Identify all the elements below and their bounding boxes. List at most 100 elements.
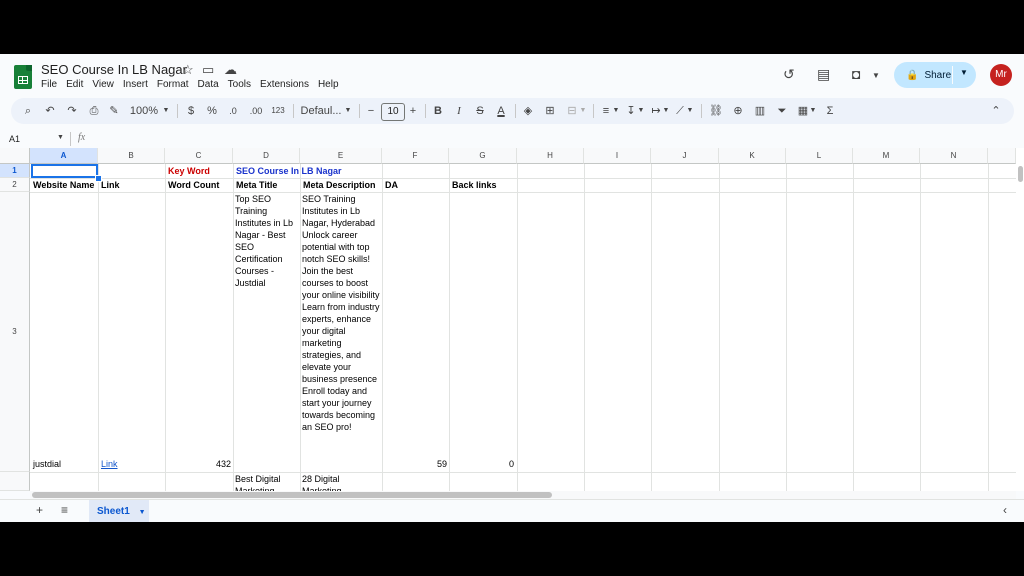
search-menus-icon[interactable]: ⌕ [21, 98, 35, 124]
horizontal-align-icon[interactable]: ≡ [599, 98, 613, 124]
menu-format[interactable]: Format [157, 79, 195, 90]
undo-icon[interactable]: ↶ [43, 98, 57, 124]
column-header-n[interactable]: N [920, 148, 988, 164]
percent-format-button[interactable]: % [205, 98, 219, 124]
italic-icon[interactable]: I [452, 98, 466, 124]
add-sheet-icon[interactable]: + [36, 503, 43, 517]
text-rotation-icon[interactable]: ⟋ [673, 98, 687, 124]
column-header-l[interactable]: L [786, 148, 853, 164]
merge-dropdown-icon[interactable]: ▼ [579, 98, 587, 124]
menu-extensions[interactable]: Extensions [260, 79, 315, 90]
document-title[interactable]: SEO Course In LB Nagar [41, 62, 187, 77]
rotation-dropdown-icon[interactable]: ▼ [686, 98, 694, 124]
cell-d3[interactable]: Top SEO Training Institutes in Lb Nagar … [235, 193, 297, 289]
row-header-1[interactable]: 1 [0, 164, 30, 178]
menu-help[interactable]: Help [318, 79, 345, 90]
column-header-g[interactable]: G [449, 148, 517, 164]
menu-file[interactable]: File [41, 79, 63, 90]
select-all-corner[interactable] [0, 148, 30, 164]
font-dropdown-icon[interactable]: ▼ [343, 98, 353, 124]
number-format-button[interactable]: 123 [269, 98, 287, 124]
redo-icon[interactable]: ↷ [65, 98, 79, 124]
increase-font-size-icon[interactable]: + [407, 98, 419, 124]
vertical-scroll-thumb[interactable] [1018, 166, 1023, 182]
sheet-tab-dropdown-icon[interactable]: ▼ [139, 509, 146, 516]
name-box[interactable]: A1 [9, 134, 20, 144]
menu-view[interactable]: View [92, 79, 120, 90]
column-header-i[interactable]: I [584, 148, 651, 164]
cell-b3-link[interactable]: Link [101, 458, 118, 470]
row-header-4[interactable] [0, 472, 30, 491]
filter-views-icon[interactable]: ▦ [796, 98, 810, 124]
all-sheets-icon[interactable]: ≡ [61, 503, 68, 517]
column-header-h[interactable]: H [517, 148, 584, 164]
cell-d1[interactable]: SEO Course In LB Nagar [236, 165, 342, 177]
merge-cells-icon[interactable]: ⊟ [565, 98, 579, 124]
insert-chart-icon[interactable]: ▥ [753, 98, 767, 124]
name-box-dropdown-icon[interactable]: ▼ [57, 134, 64, 141]
cell-a3[interactable]: justdial [33, 458, 61, 470]
cell-c3[interactable]: 432 [168, 458, 231, 470]
strikethrough-icon[interactable]: S [473, 98, 487, 124]
row-header-2[interactable]: 2 [0, 178, 30, 192]
insert-link-icon[interactable]: ⛓ [709, 98, 723, 124]
functions-icon[interactable]: Σ [823, 98, 837, 124]
horizontal-scrollbar[interactable] [30, 491, 1016, 499]
cell-d4[interactable]: Best Digital Marketing [235, 473, 297, 491]
column-header-c[interactable]: C [165, 148, 233, 164]
cell-g2[interactable]: Back links [452, 179, 497, 191]
filter-views-dropdown-icon[interactable]: ▼ [809, 98, 817, 124]
collapse-toolbar-icon[interactable]: ⌃ [989, 98, 1003, 124]
valign-dropdown-icon[interactable]: ▼ [637, 98, 645, 124]
column-header-m[interactable]: M [853, 148, 920, 164]
menu-edit[interactable]: Edit [66, 79, 89, 90]
comments-icon[interactable]: ▤ [817, 66, 830, 82]
cell-a2[interactable]: Website Name [33, 179, 94, 191]
decrease-decimal-button[interactable]: .0 [225, 98, 241, 124]
zoom-dropdown-icon[interactable]: ▼ [161, 98, 171, 124]
text-wrapping-icon[interactable]: ↦ [649, 98, 663, 124]
version-history-icon[interactable]: ↺ [783, 66, 795, 82]
spreadsheet-grid[interactable]: A B C D E F G H I J K L M N 1 2 3 Key Wo… [0, 148, 1016, 491]
font-select[interactable]: Defaul... [299, 98, 343, 124]
cell-f2[interactable]: DA [385, 179, 398, 191]
column-header-j[interactable]: J [651, 148, 719, 164]
cell-b2[interactable]: Link [101, 179, 120, 191]
meet-icon[interactable]: ◘ [852, 66, 860, 82]
cell-d2[interactable]: Meta Title [236, 179, 277, 191]
column-header-f[interactable]: F [382, 148, 449, 164]
cell-e4[interactable]: 28 Digital Marketing [302, 473, 381, 491]
menu-insert[interactable]: Insert [123, 79, 154, 90]
wrap-dropdown-icon[interactable]: ▼ [662, 98, 670, 124]
cell-f3[interactable]: 59 [385, 458, 447, 470]
filter-icon[interactable]: ⏷ [775, 98, 789, 124]
font-size-input[interactable]: 10 [381, 103, 405, 121]
sheet-tab-sheet1[interactable]: Sheet1 ▼ [89, 500, 149, 522]
avatar[interactable]: Mr [990, 64, 1012, 86]
cell-e2[interactable]: Meta Description [303, 179, 376, 191]
row-header-3[interactable]: 3 [0, 192, 30, 472]
move-folder-icon[interactable]: ▭ [202, 62, 214, 78]
star-icon[interactable]: ☆ [182, 62, 194, 78]
column-header-e[interactable]: E [300, 148, 382, 164]
insert-comment-icon[interactable]: ⊕ [731, 98, 745, 124]
share-button[interactable]: 🔒 Share ▼ [894, 62, 976, 88]
explore-collapse-icon[interactable]: ‹ [1003, 503, 1007, 517]
halign-dropdown-icon[interactable]: ▼ [612, 98, 620, 124]
vertical-scrollbar[interactable] [1016, 148, 1024, 491]
column-header-d[interactable]: D [233, 148, 300, 164]
menu-data[interactable]: Data [198, 79, 225, 90]
column-header-b[interactable]: B [98, 148, 165, 164]
zoom-select[interactable]: 100% [128, 98, 160, 124]
cell-c2[interactable]: Word Count [168, 179, 219, 191]
fill-color-icon[interactable]: ◈ [521, 98, 535, 124]
print-icon[interactable]: ⎙ [87, 98, 101, 124]
menu-tools[interactable]: Tools [228, 79, 257, 90]
increase-decimal-button[interactable]: .00 [247, 98, 265, 124]
cell-c1[interactable]: Key Word [168, 165, 210, 177]
bold-icon[interactable]: B [431, 98, 445, 124]
paint-format-icon[interactable]: ✎ [107, 98, 121, 124]
horizontal-scroll-thumb[interactable] [32, 492, 552, 498]
column-header-k[interactable]: K [719, 148, 786, 164]
column-header-a[interactable]: A [30, 148, 98, 164]
